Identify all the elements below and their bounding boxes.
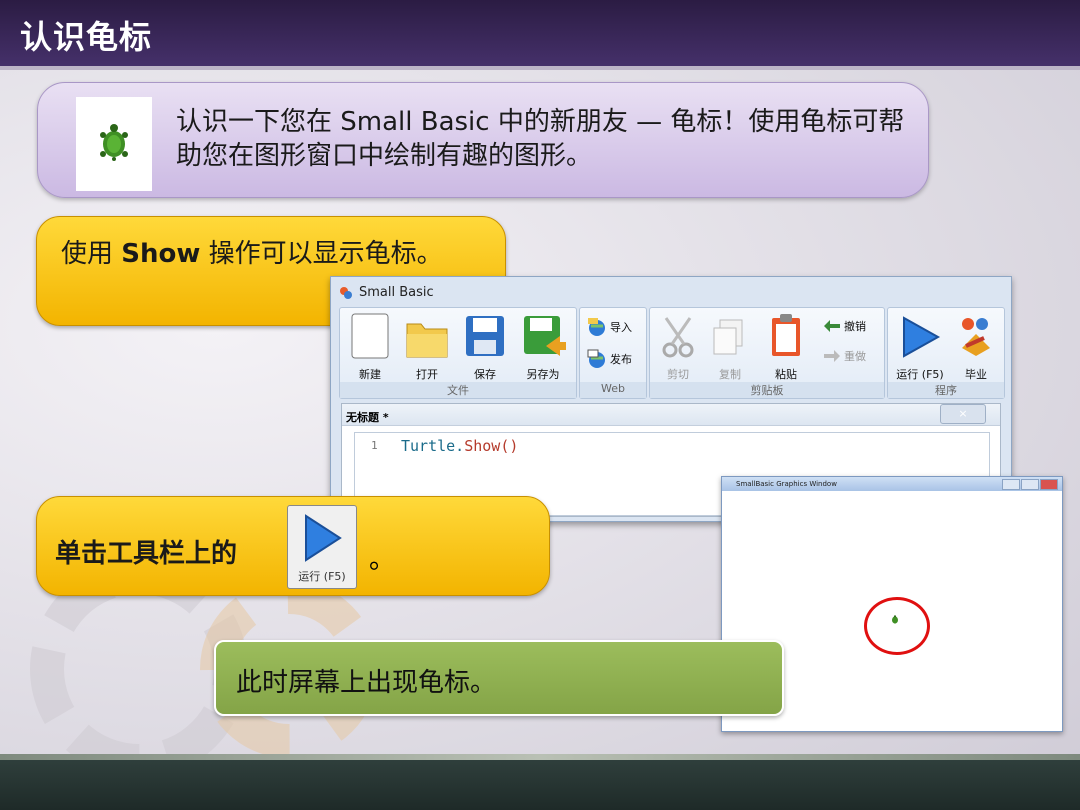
footer-bar [0, 760, 1080, 810]
save-as-icon [524, 316, 566, 356]
run-button[interactable]: 运行 (F5) [890, 312, 950, 382]
turtle-thumbnail [76, 97, 152, 191]
code-line: Turtle.Show() [401, 437, 519, 455]
save-button[interactable]: 保存 [462, 312, 508, 382]
maximize-button[interactable] [1021, 479, 1039, 490]
import-button[interactable]: 导入 [586, 316, 632, 338]
ribbon-toolbar: 新建 打开 保存 另存为 文件 导入 发布 Web 剪切 复制 粘贴 撤销 重做… [339, 307, 1005, 399]
play-run-icon [305, 514, 342, 562]
small-basic-logo-icon [340, 287, 352, 299]
clipboard-group: 剪切 复制 粘贴 撤销 重做 剪贴板 [649, 307, 885, 399]
paste-button[interactable]: 粘贴 [764, 312, 808, 382]
redo-arrow-icon [824, 350, 840, 362]
folder-icon [406, 323, 448, 358]
file-group: 新建 打开 保存 另存为 文件 [339, 307, 577, 399]
scissors-icon [662, 317, 694, 358]
run-callout: 单击工具栏上的 运行 (F5) 。 [36, 496, 550, 596]
title-bar: 认识龟标 [0, 0, 1080, 70]
floppy-disk-icon [466, 316, 504, 356]
run-callout-text: 单击工具栏上的 [55, 539, 238, 569]
new-file-icon [351, 313, 389, 359]
editor-tab-title[interactable]: 无标题 * [342, 404, 1000, 426]
turtle-icon [100, 124, 128, 161]
show-callout-text: 使用 Show 操作可以显示龟标。 [61, 239, 443, 269]
turtle-icon [892, 615, 898, 624]
globe-import-icon [588, 318, 605, 336]
copy-icon [713, 319, 743, 355]
program-group: 运行 (F5) 毕业 程序 [887, 307, 1005, 399]
close-tab-button[interactable]: × [940, 404, 986, 424]
cut-button[interactable]: 剪切 [656, 312, 700, 382]
new-button[interactable]: 新建 [348, 312, 392, 382]
intro-text: 认识一下您在 Small Basic 中的新朋友 — 龟标！使用龟标可帮助您在图… [176, 107, 905, 171]
result-callout: 此时屏幕上出现龟标。 [214, 640, 784, 716]
redo-button[interactable]: 重做 [822, 348, 866, 364]
clipboard-paste-icon [772, 314, 800, 356]
undo-button[interactable]: 撤销 [822, 318, 866, 334]
undo-arrow-icon [824, 320, 840, 332]
play-run-icon [903, 316, 941, 358]
web-group: 导入 发布 Web [579, 307, 647, 399]
intro-panel: 认识一下您在 Small Basic 中的新朋友 — 龟标！使用龟标可帮助您在图… [37, 82, 929, 198]
publish-button[interactable]: 发布 [586, 348, 632, 370]
run-button-image: 运行 (F5) [287, 505, 357, 589]
graduate-icon [962, 318, 990, 356]
page-title: 认识龟标 [20, 18, 153, 56]
graduate-button[interactable]: 毕业 [954, 312, 998, 382]
open-button[interactable]: 打开 [404, 312, 450, 382]
highlight-ring [864, 597, 930, 655]
copy-button[interactable]: 复制 [708, 312, 752, 382]
minimize-button[interactable] [1002, 479, 1020, 490]
window-controls [1002, 479, 1058, 490]
result-callout-text: 此时屏幕上出现龟标。 [236, 668, 497, 698]
window-title: Small Basic [359, 285, 434, 300]
line-number: 1 [371, 439, 378, 452]
globe-publish-icon [587, 349, 605, 368]
close-window-button[interactable] [1040, 479, 1058, 490]
save-as-button[interactable]: 另存为 [518, 312, 568, 382]
